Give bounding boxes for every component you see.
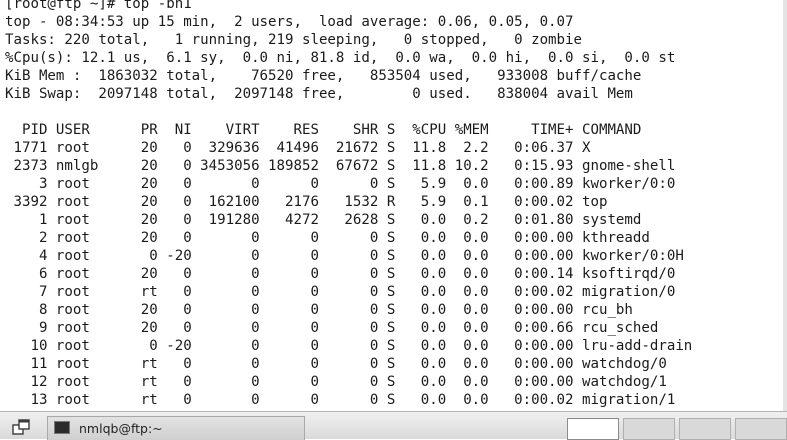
process-row: 7 root rt 0 0 0 0 S 0.0 0.0 0:00.02 migr…: [5, 284, 676, 300]
process-row: 9 root 20 0 0 0 0 S 0.0 0.0 0:00.66 rcu_…: [5, 320, 659, 336]
process-row: 2373 nmlgb 20 0 3453056 189852 67672 S 1…: [5, 158, 676, 174]
workspace-1-button[interactable]: [567, 418, 619, 440]
terminal-line-mem: KiB Mem : 1863032 total, 76520 free, 853…: [5, 68, 642, 84]
workspace-3-button[interactable]: [679, 418, 731, 440]
taskbar-window-button[interactable]: nmlqb@ftp:~: [47, 416, 305, 440]
workspace-4-button[interactable]: [735, 418, 787, 440]
process-row: 3 root 20 0 0 0 0 S 5.9 0.0 0:00.89 kwor…: [5, 176, 676, 192]
process-row: 10 root 0 -20 0 0 0 S 0.0 0.0 0:00.00 lr…: [5, 338, 693, 354]
process-row: 1 root 20 0 191280 4272 2628 S 0.0 0.2 0…: [5, 212, 642, 228]
process-row: 11 root rt 0 0 0 0 S 0.0 0.0 0:00.00 wat…: [5, 356, 667, 372]
workspace-2-button[interactable]: [623, 418, 675, 440]
process-row: 8 root 20 0 0 0 0 S 0.0 0.0 0:00.00 rcu_…: [5, 302, 633, 318]
process-table-header: PID USER PR NI VIRT RES SHR S %CPU %MEM …: [5, 122, 642, 138]
process-row: 1771 root 20 0 329636 41496 21672 S 11.8…: [5, 140, 591, 156]
terminal-line-uptime: top - 08:34:53 up 15 min, 2 users, load …: [5, 14, 574, 30]
process-row: 12 root rt 0 0 0 0 S 0.0 0.0 0:00.00 wat…: [5, 374, 667, 390]
terminal-line-tasks: Tasks: 220 total, 1 running, 219 sleepin…: [5, 32, 582, 48]
process-row: 4 root 0 -20 0 0 0 S 0.0 0.0 0:00.00 kwo…: [5, 248, 684, 264]
process-row: 3392 root 20 0 162100 2176 1532 R 5.9 0.…: [5, 194, 608, 210]
process-row: 6 root 20 0 0 0 0 S 0.0 0.0 0:00.14 ksof…: [5, 266, 676, 282]
taskbar: nmlqb@ftp:~: [0, 411, 787, 440]
terminal-line-cpu: %Cpu(s): 12.1 us, 6.1 sy, 0.0 ni, 81.8 i…: [5, 50, 676, 66]
terminal-window[interactable]: [root@ftp ~]# top -bn1 top - 08:34:53 up …: [0, 0, 787, 411]
terminal-output: [root@ftp ~]# top -bn1 top - 08:34:53 up …: [5, 0, 692, 409]
terminal-icon: [54, 421, 70, 434]
taskbar-window-label: nmlqb@ftp:~: [79, 421, 163, 436]
process-row: 2 root 20 0 0 0 0 S 0.0 0.0 0:00.00 kthr…: [5, 230, 650, 246]
show-desktop-icon[interactable]: [12, 418, 32, 436]
terminal-scrollbar[interactable]: [783, 0, 787, 411]
process-row: 13 root rt 0 0 0 0 S 0.0 0.0 0:00.02 mig…: [5, 392, 676, 408]
terminal-line-prompt: [root@ftp ~]# top -bn1: [5, 0, 192, 12]
terminal-line-swap: KiB Swap: 2097148 total, 2097148 free, 0…: [5, 86, 633, 102]
